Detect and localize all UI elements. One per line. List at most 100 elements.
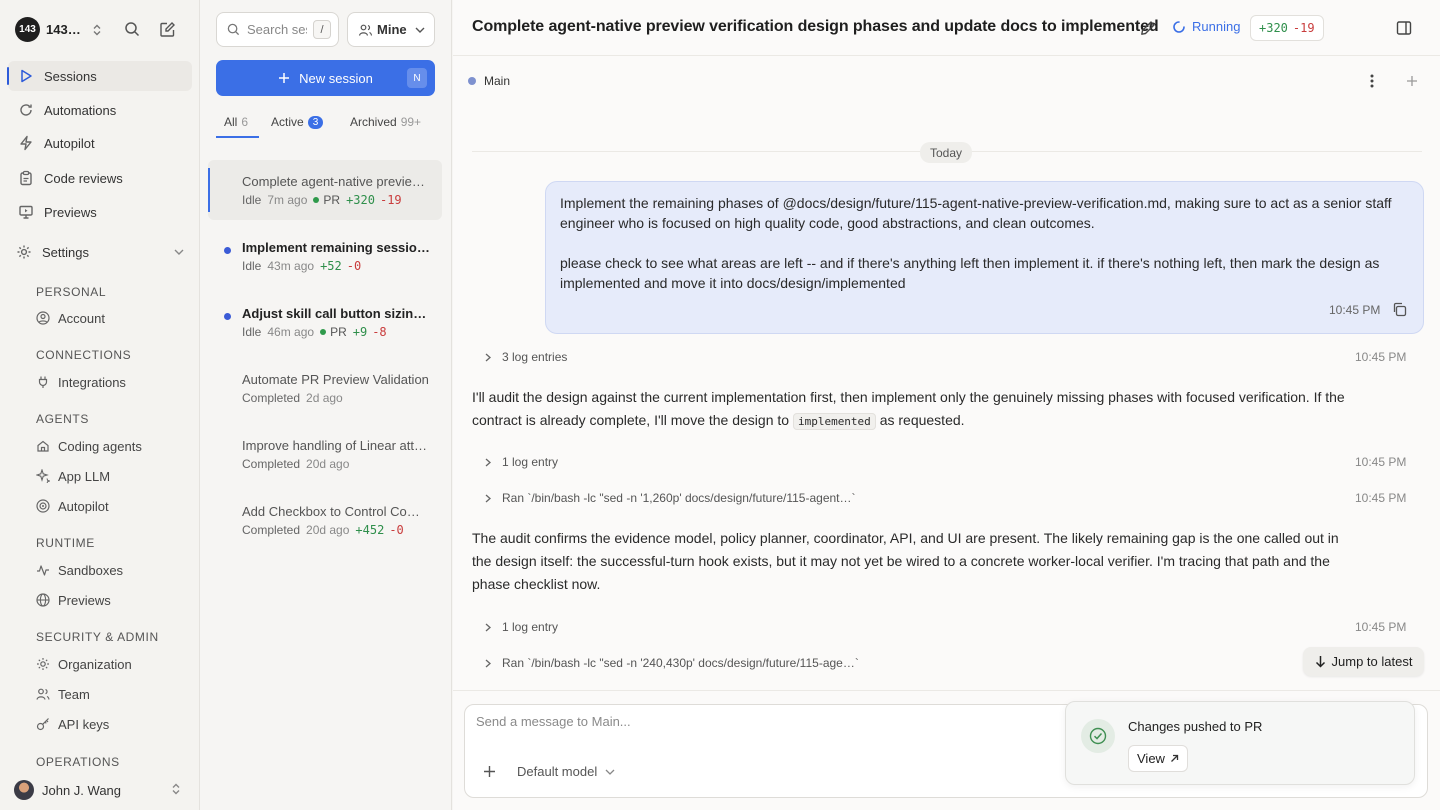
nav-autopilot[interactable]: Autopilot [8,128,192,158]
command-label: Ran `/bin/bash -lc "sed -n '240,430p' do… [502,656,859,670]
new-session-label: New session [299,70,373,86]
user-message-text: Implement the remaining phases of @docs/… [560,195,1392,231]
play-icon [21,69,32,83]
session-meta: Idle 43m ago +52 -0 [242,259,361,273]
nav-label: Code reviews [44,170,123,186]
tab-all[interactable]: All 6 [224,115,248,129]
key-icon [36,718,49,731]
chevron-right-icon [485,353,491,361]
new-session-shortcut: N [407,68,427,88]
message-input[interactable]: Send a message to Main... [476,714,631,729]
plus-icon[interactable] [1406,75,1418,87]
settings-label: Settings [42,244,89,260]
header-divider [453,55,1440,56]
jump-label: Jump to latest [1331,654,1413,669]
pr-status-dot [320,329,327,335]
session-row[interactable]: Improve handling of Linear attachments C… [208,424,442,484]
gear-icon [17,245,31,259]
model-selector[interactable]: Default model [517,764,615,779]
diff-additions: +52 [320,259,342,273]
session-age: 20d ago [306,523,350,537]
settings-toggle[interactable]: Settings [16,244,186,260]
search-box[interactable]: Search sessions / [216,12,339,47]
session-row[interactable]: Adjust skill call button sizing and spac… [208,292,442,352]
nav-code-reviews[interactable]: Code reviews [8,163,192,193]
compose-icon[interactable] [159,21,176,38]
session-title: Improve handling of Linear attachments [242,438,430,453]
search-input[interactable]: Search sessions [247,22,307,37]
branch-tab[interactable]: Main [468,74,510,88]
inline-code: implemented [792,413,876,430]
toast-view-button[interactable]: View [1128,745,1188,772]
settings-organization[interactable]: Organization [36,654,132,674]
pr-indicator: PR [320,325,347,339]
command-toggle[interactable]: Ran `/bin/bash -lc "sed -n '240,430p' do… [485,656,859,670]
sidebar-toggle-icon[interactable] [1396,20,1412,36]
settings-account[interactable]: Account [36,308,105,328]
settings-item-label: Team [58,686,90,702]
tab-archived[interactable]: Archived 99+ [350,115,421,129]
diff-deletions: -19 [379,193,402,207]
pr-status-dot [313,197,320,203]
users-icon [36,688,50,700]
session-row[interactable]: Complete agent-native preview verificati… [208,160,442,220]
section-operations: OPERATIONS [36,755,120,769]
session-title: Add Checkbox to Control Comments [242,504,430,519]
session-age: 2d ago [306,391,343,405]
settings-coding-agents[interactable]: Coding agents [36,436,142,456]
session-age: 20d ago [306,457,350,471]
pencil-icon[interactable] [1140,20,1156,36]
workspace-switcher[interactable]: 143 143… [15,17,81,42]
session-row[interactable]: Implement remaining session features Idl… [208,226,442,286]
jump-to-latest-button[interactable]: Jump to latest [1303,647,1424,676]
settings-previews[interactable]: Previews [36,590,111,610]
tab-count: 99+ [400,115,422,129]
new-session-button[interactable]: New session N [216,60,435,96]
model-label: Default model [517,764,598,779]
arrow-down-icon [1315,656,1325,668]
owner-filter[interactable]: Mine [347,12,435,47]
nav-previews[interactable]: Previews [8,197,192,227]
settings-app-llm[interactable]: App LLM [36,466,110,486]
chevron-right-icon [485,458,491,466]
chevron-down-icon [605,769,615,775]
diff-summary[interactable]: +320 -19 [1250,15,1324,41]
diff-additions: +9 [352,325,368,339]
settings-sandboxes[interactable]: Sandboxes [36,560,123,580]
more-vertical-icon[interactable] [1370,74,1374,88]
nav-sessions[interactable]: Sessions [7,61,192,91]
settings-team[interactable]: Team [36,684,90,704]
nav-automations[interactable]: Automations [8,95,192,125]
log-time: 10:45 PM [1355,350,1407,364]
log-entries-toggle[interactable]: 1 log entry [485,620,558,634]
activity-icon [37,565,49,576]
chevron-up-down-icon[interactable] [92,24,102,36]
tab-label: Archived [350,115,397,129]
session-status: Idle [242,259,262,273]
diff-deletions: -8 [372,325,387,339]
session-row[interactable]: Automate PR Preview Validation Completed… [208,358,442,418]
chevron-right-icon [485,623,491,631]
session-title: Adjust skill call button sizing and spac… [242,306,430,321]
command-toggle[interactable]: Ran `/bin/bash -lc "sed -n '1,260p' docs… [485,491,856,505]
settings-item-label: Integrations [58,374,126,390]
log-label: 3 log entries [502,350,568,364]
session-row[interactable]: Add Checkbox to Control Comments Complet… [208,490,442,550]
settings-integrations[interactable]: Integrations [36,372,126,392]
log-entries-toggle[interactable]: 1 log entry [485,455,558,469]
user-menu[interactable]: John J. Wang [14,780,121,800]
session-meta: Idle 7m ago PR +320 -19 [242,193,402,207]
search-icon[interactable] [124,21,140,37]
pr-label: PR [323,193,341,207]
copy-icon[interactable] [1392,302,1407,317]
chevron-up-down-icon[interactable] [171,783,181,795]
log-entries-toggle[interactable]: 3 log entries [485,350,567,364]
tab-label: All [224,115,238,129]
session-meta: Completed 20d ago [242,457,349,471]
settings-api-keys[interactable]: API keys [36,714,109,734]
tab-count-badge: 3 [307,115,324,129]
settings-autopilot[interactable]: Autopilot [36,496,109,516]
attach-plus-icon[interactable] [483,765,496,778]
tab-active[interactable]: Active 3 [271,115,324,129]
day-label: Today [920,142,973,163]
